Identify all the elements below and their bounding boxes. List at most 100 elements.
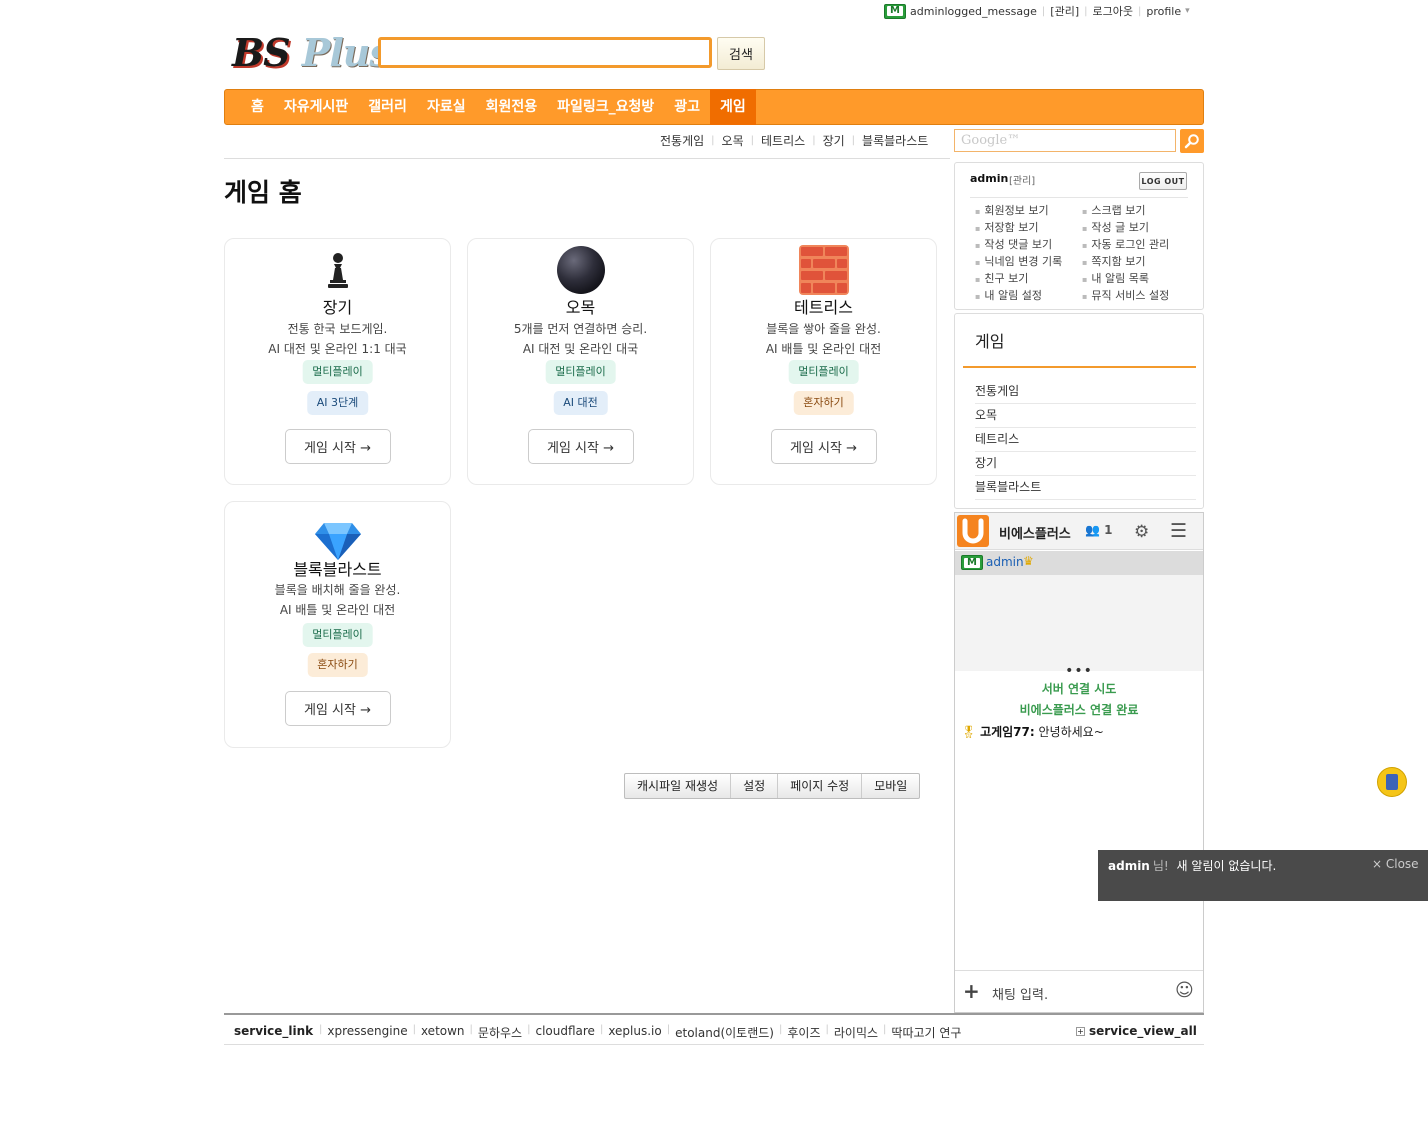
separator: | [778, 1024, 783, 1035]
nav-item[interactable]: 회원전용 [476, 89, 548, 125]
member-link[interactable]: 닉네임 변경 기록 [975, 254, 1062, 271]
nav-item[interactable]: 자유게시판 [274, 89, 358, 125]
nav-item[interactable]: 갤러리 [358, 89, 417, 125]
member-link[interactable]: 뮤직 서비스 설정 [1082, 288, 1169, 305]
start-game-button[interactable]: 게임 시작 → [284, 429, 391, 464]
footer-link[interactable]: 문하우스 [478, 1024, 522, 1041]
footer-label: service_link [234, 1024, 314, 1038]
menu-icon[interactable]: ☰ [1170, 520, 1187, 542]
notice-close-button[interactable]: × Close [1372, 857, 1419, 871]
game-description: 전통 한국 보드게임. AI 대전 및 온라인 1:1 대국 [268, 322, 407, 356]
subnav-item[interactable]: 오목 [722, 132, 744, 149]
chat-system-message: 비에스플러스 연결 완료 [1019, 703, 1139, 717]
separator: | [666, 1024, 671, 1035]
nav-item[interactable]: 홈 [241, 89, 274, 125]
subnav-item[interactable]: 장기 [823, 132, 845, 149]
logo-bs: BS [232, 30, 291, 75]
top-profile-link[interactable]: profile [1146, 5, 1181, 18]
settings-button[interactable]: 설정 [730, 774, 777, 798]
member-link[interactable]: 친구 보기 [975, 271, 1062, 288]
member-link[interactable]: 스크랩 보기 [1082, 203, 1169, 220]
footer-link[interactable]: xeplus.io [608, 1024, 661, 1041]
chess-pawn-icon [327, 253, 348, 288]
member-link[interactable]: 내 알림 목록 [1082, 271, 1169, 288]
separator: | [527, 1024, 531, 1035]
google-search-input[interactable]: Google™ [954, 129, 1176, 152]
floating-widget-button[interactable] [1377, 767, 1407, 797]
footer-link[interactable]: xetown [421, 1024, 465, 1041]
top-manage-link[interactable]: [관리] [1050, 3, 1079, 19]
tag-ai: AI 3단계 [306, 391, 369, 415]
notice-username: admin [1108, 859, 1150, 873]
chat-message-user: 고게임77: [980, 725, 1035, 739]
side-menu-item[interactable]: 전통게임 [975, 380, 1196, 404]
sub-navigation: 전통게임 | 오목 | 테트리스 | 장기 | 블록블라스트 [660, 131, 928, 149]
game-title: 오목 [565, 298, 596, 317]
site-logo[interactable]: BS Plus [232, 30, 391, 75]
member-link[interactable]: 자동 로그인 관리 [1082, 237, 1169, 254]
separator: | [469, 1024, 473, 1035]
member-link[interactable]: 내 알림 설정 [975, 288, 1062, 305]
rank-medal-icon: 🎖 [961, 725, 977, 739]
chat-user-row[interactable]: M admin ♛ [955, 551, 1203, 575]
member-link[interactable]: 회원정보 보기 [975, 203, 1062, 220]
start-game-button[interactable]: 게임 시작 → [770, 429, 877, 464]
view-all-services-link[interactable]: + service_view_all [1076, 1024, 1197, 1038]
top-logout-link[interactable]: 로그아웃 [1092, 3, 1132, 19]
brick-icon [798, 245, 849, 295]
notification-popup: admin 님! 새 알림이 없습니다. × Close [1098, 850, 1428, 901]
plus-icon[interactable]: + [963, 979, 980, 1003]
member-link[interactable]: 작성 댓글 보기 [975, 237, 1062, 254]
black-stone-icon [556, 246, 605, 294]
member-links-left: 회원정보 보기저장함 보기작성 댓글 보기닉네임 변경 기록친구 보기내 알림 … [975, 203, 1062, 305]
subnav-item[interactable]: 테트리스 [761, 132, 805, 149]
separator: | [319, 1024, 323, 1035]
logout-button[interactable]: LOG OUT [1139, 172, 1187, 190]
footer-link[interactable]: 후이즈 [787, 1024, 820, 1041]
edit-page-button[interactable]: 페이지 수정 [777, 774, 861, 798]
side-menu-item[interactable]: 테트리스 [975, 428, 1196, 452]
nav-item[interactable]: 게임 [710, 89, 756, 125]
game-card-janggi: 장기 전통 한국 보드게임. AI 대전 및 온라인 1:1 대국 멀티플레이 … [224, 238, 451, 485]
member-link[interactable]: 작성 글 보기 [1082, 220, 1169, 237]
login-manage-link[interactable]: [관리] [1009, 172, 1035, 187]
nav-item[interactable]: 광고 [664, 89, 710, 125]
member-link[interactable]: 저장함 보기 [975, 220, 1062, 237]
member-level-icon: M [961, 555, 983, 570]
chat-username: admin [986, 555, 1024, 569]
game-card-blockblast: 블록블라스트 블록을 배치해 줄을 완성. AI 배틀 및 온라인 대전 멀티플… [224, 501, 451, 748]
start-game-button[interactable]: 게임 시작 → [284, 691, 391, 726]
footer-link[interactable]: etoland(이토랜드) [675, 1024, 774, 1041]
mobile-button[interactable]: 모바일 [861, 774, 919, 798]
chat-user-count[interactable]: 👥 1 [1085, 523, 1113, 537]
subnav-item[interactable]: 전통게임 [660, 132, 704, 149]
regenerate-cache-button[interactable]: 캐시파일 재생성 [625, 774, 730, 798]
nav-item[interactable]: 자료실 [417, 89, 476, 125]
google-search-button[interactable] [1180, 129, 1204, 153]
chat-input[interactable]: 채팅 입력. [992, 984, 1048, 1003]
subnav-item[interactable]: 블록블라스트 [862, 132, 928, 149]
search-button[interactable]: 검색 [717, 37, 765, 70]
login-username[interactable]: admin [970, 172, 1008, 185]
footer-link[interactable]: 라이믹스 [834, 1024, 878, 1041]
game-title: 블록블라스트 [293, 560, 382, 579]
emoji-icon[interactable]: ☺ [1175, 980, 1194, 1001]
side-menu-item[interactable]: 장기 [975, 452, 1196, 476]
diamond-icon [314, 523, 361, 560]
nav-item[interactable]: 파일링크_요청방 [547, 89, 664, 125]
separator: | [812, 134, 816, 146]
gear-icon[interactable]: ⚙ [1134, 522, 1149, 542]
separator: | [750, 134, 755, 146]
side-menu-item[interactable]: 오목 [975, 404, 1196, 428]
footer-link[interactable]: 딱따고기 연구 [891, 1024, 961, 1041]
notice-text: 새 알림이 없습니다. [1176, 859, 1277, 873]
side-menu-item[interactable]: 블록블라스트 [975, 476, 1196, 500]
tag-solo: 혼자하기 [793, 391, 854, 415]
start-game-button[interactable]: 게임 시작 → [527, 429, 634, 464]
search-input[interactable] [378, 37, 712, 68]
footer-link[interactable]: xpressengine [327, 1024, 407, 1041]
separator: | [825, 1024, 829, 1035]
footer-link[interactable]: cloudflare [535, 1024, 594, 1041]
tag-multiplayer: 멀티플레이 [302, 623, 373, 647]
member-link[interactable]: 쪽지함 보기 [1082, 254, 1169, 271]
